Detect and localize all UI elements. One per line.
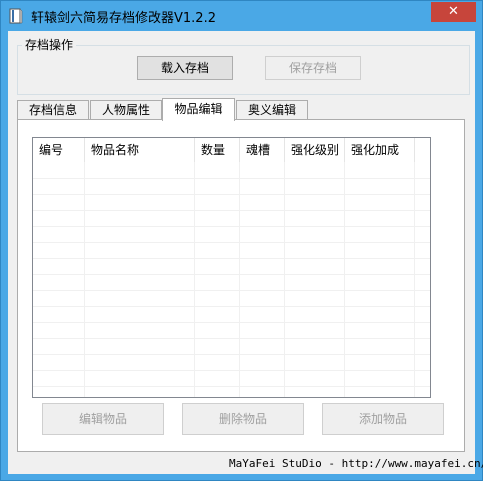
column-header-soul-slot[interactable]: 魂槽 (240, 138, 285, 162)
save-ops-group (17, 45, 470, 95)
grid-row-line (33, 338, 430, 339)
edit-item-button[interactable]: 编辑物品 (42, 403, 164, 435)
tab-save-info[interactable]: 存档信息 (17, 100, 89, 120)
grid-row-line (33, 354, 430, 355)
tab-item-edit[interactable]: 物品编辑 (162, 98, 235, 121)
column-header-item-name[interactable]: 物品名称 (85, 138, 195, 162)
grid-column-line (194, 162, 195, 397)
app-window: 轩辕剑六简易存档修改器V1.2.2 ✕ 存档操作 载入存档 保存存档 存档信息 … (0, 0, 483, 481)
grid-row-line (33, 386, 430, 387)
item-list-header: 编号 物品名称 数量 魂槽 强化级别 强化加成 (33, 138, 430, 162)
column-header-enhance-level[interactable]: 强化级别 (285, 138, 345, 162)
delete-item-button[interactable]: 删除物品 (182, 403, 304, 435)
close-button[interactable]: ✕ (431, 2, 476, 22)
window-title: 轩辕剑六简易存档修改器V1.2.2 (31, 11, 216, 26)
title-bar[interactable]: 轩辕剑六简易存档修改器V1.2.2 ✕ (1, 1, 482, 31)
save-ops-group-label: 存档操作 (22, 36, 77, 53)
add-item-button[interactable]: 添加物品 (322, 403, 444, 435)
grid-row-line (33, 194, 430, 195)
grid-row-line (33, 210, 430, 211)
grid-row-line (33, 322, 430, 323)
column-header-id[interactable]: 编号 (33, 138, 85, 162)
book-icon (9, 8, 23, 24)
load-save-button[interactable]: 载入存档 (137, 56, 233, 80)
column-header-enhance-bonus[interactable]: 强化加成 (345, 138, 415, 162)
grid-row-line (33, 178, 430, 179)
tab-skill-edit[interactable]: 奥义编辑 (236, 100, 308, 120)
grid-row-line (33, 242, 430, 243)
column-header-quantity[interactable]: 数量 (195, 138, 240, 162)
status-text: MaYaFei StuDio - http://www.mayafei.cn/ (229, 457, 483, 470)
grid-column-line (239, 162, 240, 397)
item-list-body (33, 162, 430, 397)
grid-row-line (33, 226, 430, 227)
grid-column-line (344, 162, 345, 397)
grid-column-line (414, 162, 415, 397)
grid-row-line (33, 290, 430, 291)
grid-row-line (33, 370, 430, 371)
client-area: 存档操作 载入存档 保存存档 存档信息 人物属性 物品编辑 奥义编辑 编号 物品… (8, 31, 483, 474)
close-icon: ✕ (448, 4, 459, 19)
grid-row-line (33, 306, 430, 307)
save-save-button[interactable]: 保存存档 (265, 56, 361, 80)
item-list[interactable]: 编号 物品名称 数量 魂槽 强化级别 强化加成 (32, 137, 431, 398)
tab-character-attributes[interactable]: 人物属性 (90, 100, 162, 120)
grid-row-line (33, 274, 430, 275)
grid-column-line (284, 162, 285, 397)
grid-row-line (33, 258, 430, 259)
grid-column-line (84, 162, 85, 397)
